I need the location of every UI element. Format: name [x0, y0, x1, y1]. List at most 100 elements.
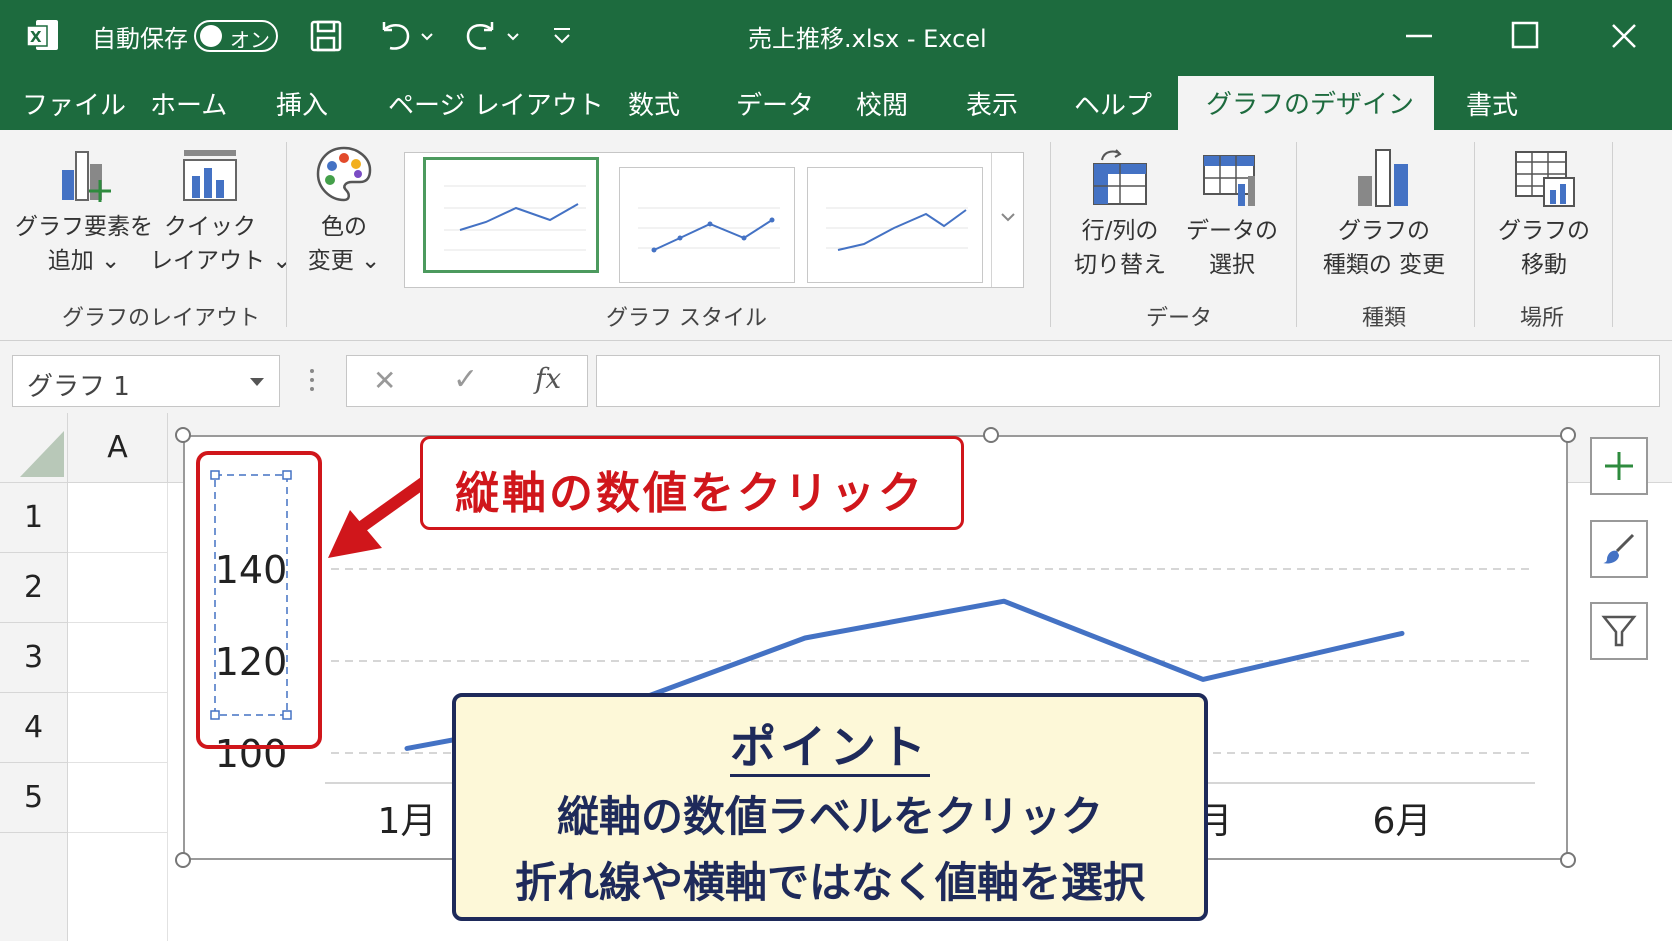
select-all-button[interactable] — [0, 413, 68, 483]
row-header-5[interactable]: 5 — [0, 763, 68, 833]
gallery-more-button[interactable] — [991, 153, 1023, 287]
group-label-data: データ — [1146, 306, 1213, 331]
resize-handle-bottom-left[interactable] — [175, 852, 191, 868]
brush-icon — [1603, 533, 1635, 564]
toggle-knob — [200, 25, 222, 47]
change-chart-type-button[interactable]: グラフの 種類の 変更 — [1306, 140, 1462, 290]
row-header-4[interactable]: 4 — [0, 693, 68, 763]
change-colors-button[interactable]: 色の 変更 ⌄ — [296, 140, 392, 290]
insert-function-button[interactable]: fx — [535, 362, 561, 395]
click-axis-callout: 縦軸の数値をクリック — [420, 436, 964, 530]
select-data-button[interactable]: データの 選択 — [1178, 140, 1286, 290]
add-chart-element-label2: 追加 ⌄ — [47, 248, 121, 274]
switch-row-column-button[interactable]: 行/列の 切り替え — [1062, 140, 1178, 290]
ribbon-separator — [1296, 142, 1297, 327]
formula-buttons: ✕ ✓ fx — [346, 355, 588, 407]
quick-layout-label2: レイアウト ⌄ — [150, 248, 292, 274]
autosave-state: オン — [230, 28, 270, 52]
chart-elements-button[interactable] — [1590, 437, 1648, 495]
resize-dots-icon[interactable] — [308, 367, 316, 393]
excel-logo-icon[interactable]: X — [26, 18, 60, 52]
style-3-preview — [826, 207, 968, 251]
ribbon-tabs: ファイル ホーム 挿入 ページ レイアウト 数式 データ 校閲 表示 ヘルプ グ… — [0, 70, 1672, 130]
chevron-down-icon — [1001, 213, 1015, 222]
minimize-icon[interactable] — [1404, 24, 1434, 48]
tab-insert[interactable]: 挿入 — [276, 85, 328, 122]
tab-data[interactable]: データ — [736, 85, 814, 122]
tab-home[interactable]: ホーム — [150, 85, 227, 122]
chart-filters-button[interactable] — [1590, 602, 1648, 660]
add-chart-element-button[interactable]: グラフ要素を 追加 ⌄ — [14, 140, 154, 290]
row-header-2[interactable]: 2 — [0, 553, 68, 623]
select-data-label2: 選択 — [1209, 252, 1255, 278]
close-icon[interactable] — [1610, 22, 1638, 50]
ribbon-separator — [286, 142, 287, 327]
x-tick-label: 1月 — [378, 801, 437, 842]
change-chart-type-label2: 種類の 変更 — [1322, 252, 1446, 278]
maximize-icon[interactable] — [1510, 20, 1540, 50]
group-label-styles: グラフ スタイル — [606, 306, 767, 331]
cancel-button[interactable]: ✕ — [373, 364, 396, 397]
palette-icon — [316, 146, 372, 202]
cell-gridline — [68, 832, 168, 833]
resize-handle-top[interactable] — [983, 427, 999, 443]
cell-gridline — [68, 622, 168, 623]
row-header-1[interactable]: 1 — [0, 483, 68, 553]
tab-chart-design[interactable]: グラフのデザイン — [1178, 76, 1434, 130]
cell-gridline — [68, 692, 168, 693]
tab-formulas[interactable]: 数式 — [628, 85, 680, 122]
point-callout: ポイント 縦軸の数値ラベルをクリック 折れ線や横軸ではなく値軸を選択 — [452, 693, 1208, 921]
tab-review[interactable]: 校閲 — [856, 85, 908, 122]
select-data-icon — [1203, 155, 1255, 206]
tab-help[interactable]: ヘルプ — [1074, 85, 1152, 122]
switch-row-column-icon — [1093, 149, 1147, 205]
point-line-1: 縦軸の数値ラベルをクリック — [556, 792, 1103, 841]
plus-icon — [1605, 452, 1633, 480]
resize-handle-top-left[interactable] — [175, 427, 191, 443]
chart-style-3[interactable] — [807, 167, 983, 283]
switch-row-column-label2: 切り替え — [1074, 252, 1166, 278]
enter-button[interactable]: ✓ — [453, 362, 478, 397]
tab-format[interactable]: 書式 — [1466, 85, 1518, 122]
title-bar: X 自動保存 オン 売上推移.xlsx - Excel — [0, 0, 1672, 70]
redo-icon[interactable] — [462, 20, 526, 52]
undo-icon[interactable] — [378, 20, 438, 52]
name-box-value: グラフ 1 — [27, 372, 130, 402]
resize-handle-bottom-right[interactable] — [1560, 852, 1576, 868]
point-line-2: 折れ線や横軸ではなく値軸を選択 — [514, 858, 1145, 907]
ribbon: グラフ要素を 追加 ⌄ クイック レイアウト ⌄ グラフのレイアウト 色の 変更… — [0, 130, 1672, 341]
select-all-triangle-icon — [20, 431, 64, 477]
chart-styles-button[interactable] — [1590, 520, 1648, 578]
change-colors-label2: 変更 ⌄ — [307, 248, 381, 274]
ribbon-separator — [1612, 142, 1613, 327]
chart-style-1[interactable] — [423, 157, 599, 273]
column-header-a[interactable]: A — [68, 413, 168, 483]
svg-text:X: X — [30, 28, 42, 46]
chart-styles-gallery — [404, 152, 1024, 288]
chart-style-2[interactable] — [619, 167, 795, 283]
name-box[interactable]: グラフ 1 — [12, 355, 280, 407]
cell-gridline-vertical — [167, 483, 168, 941]
customize-icon[interactable] — [550, 24, 574, 48]
formula-bar-area: グラフ 1 ✕ ✓ fx — [0, 341, 1672, 413]
tab-file[interactable]: ファイル — [22, 85, 126, 122]
change-chart-type-label1: グラフの — [1338, 218, 1430, 244]
window-title: 売上推移.xlsx - Excel — [748, 25, 987, 53]
row-header-3[interactable]: 3 — [0, 623, 68, 693]
tab-view[interactable]: 表示 — [966, 85, 1018, 122]
resize-handle-top-right[interactable] — [1560, 427, 1576, 443]
autosave-toggle[interactable]: オン — [194, 20, 278, 52]
tab-page-layout[interactable]: ページ レイアウト — [388, 85, 604, 122]
point-title: ポイント — [456, 711, 1204, 777]
move-chart-label1: グラフの — [1498, 218, 1590, 244]
quick-layout-button[interactable]: クイック レイアウト ⌄ — [150, 140, 292, 290]
cell-gridline — [68, 762, 168, 763]
row-header-strip — [0, 833, 68, 941]
style-2-preview — [638, 207, 780, 253]
formula-input[interactable] — [596, 355, 1660, 407]
save-icon[interactable] — [310, 20, 342, 52]
move-chart-button[interactable]: グラフの 移動 — [1484, 140, 1604, 290]
quick-layout-icon — [183, 150, 237, 201]
ribbon-separator — [1474, 142, 1475, 327]
name-box-dropdown-icon[interactable] — [249, 376, 265, 388]
